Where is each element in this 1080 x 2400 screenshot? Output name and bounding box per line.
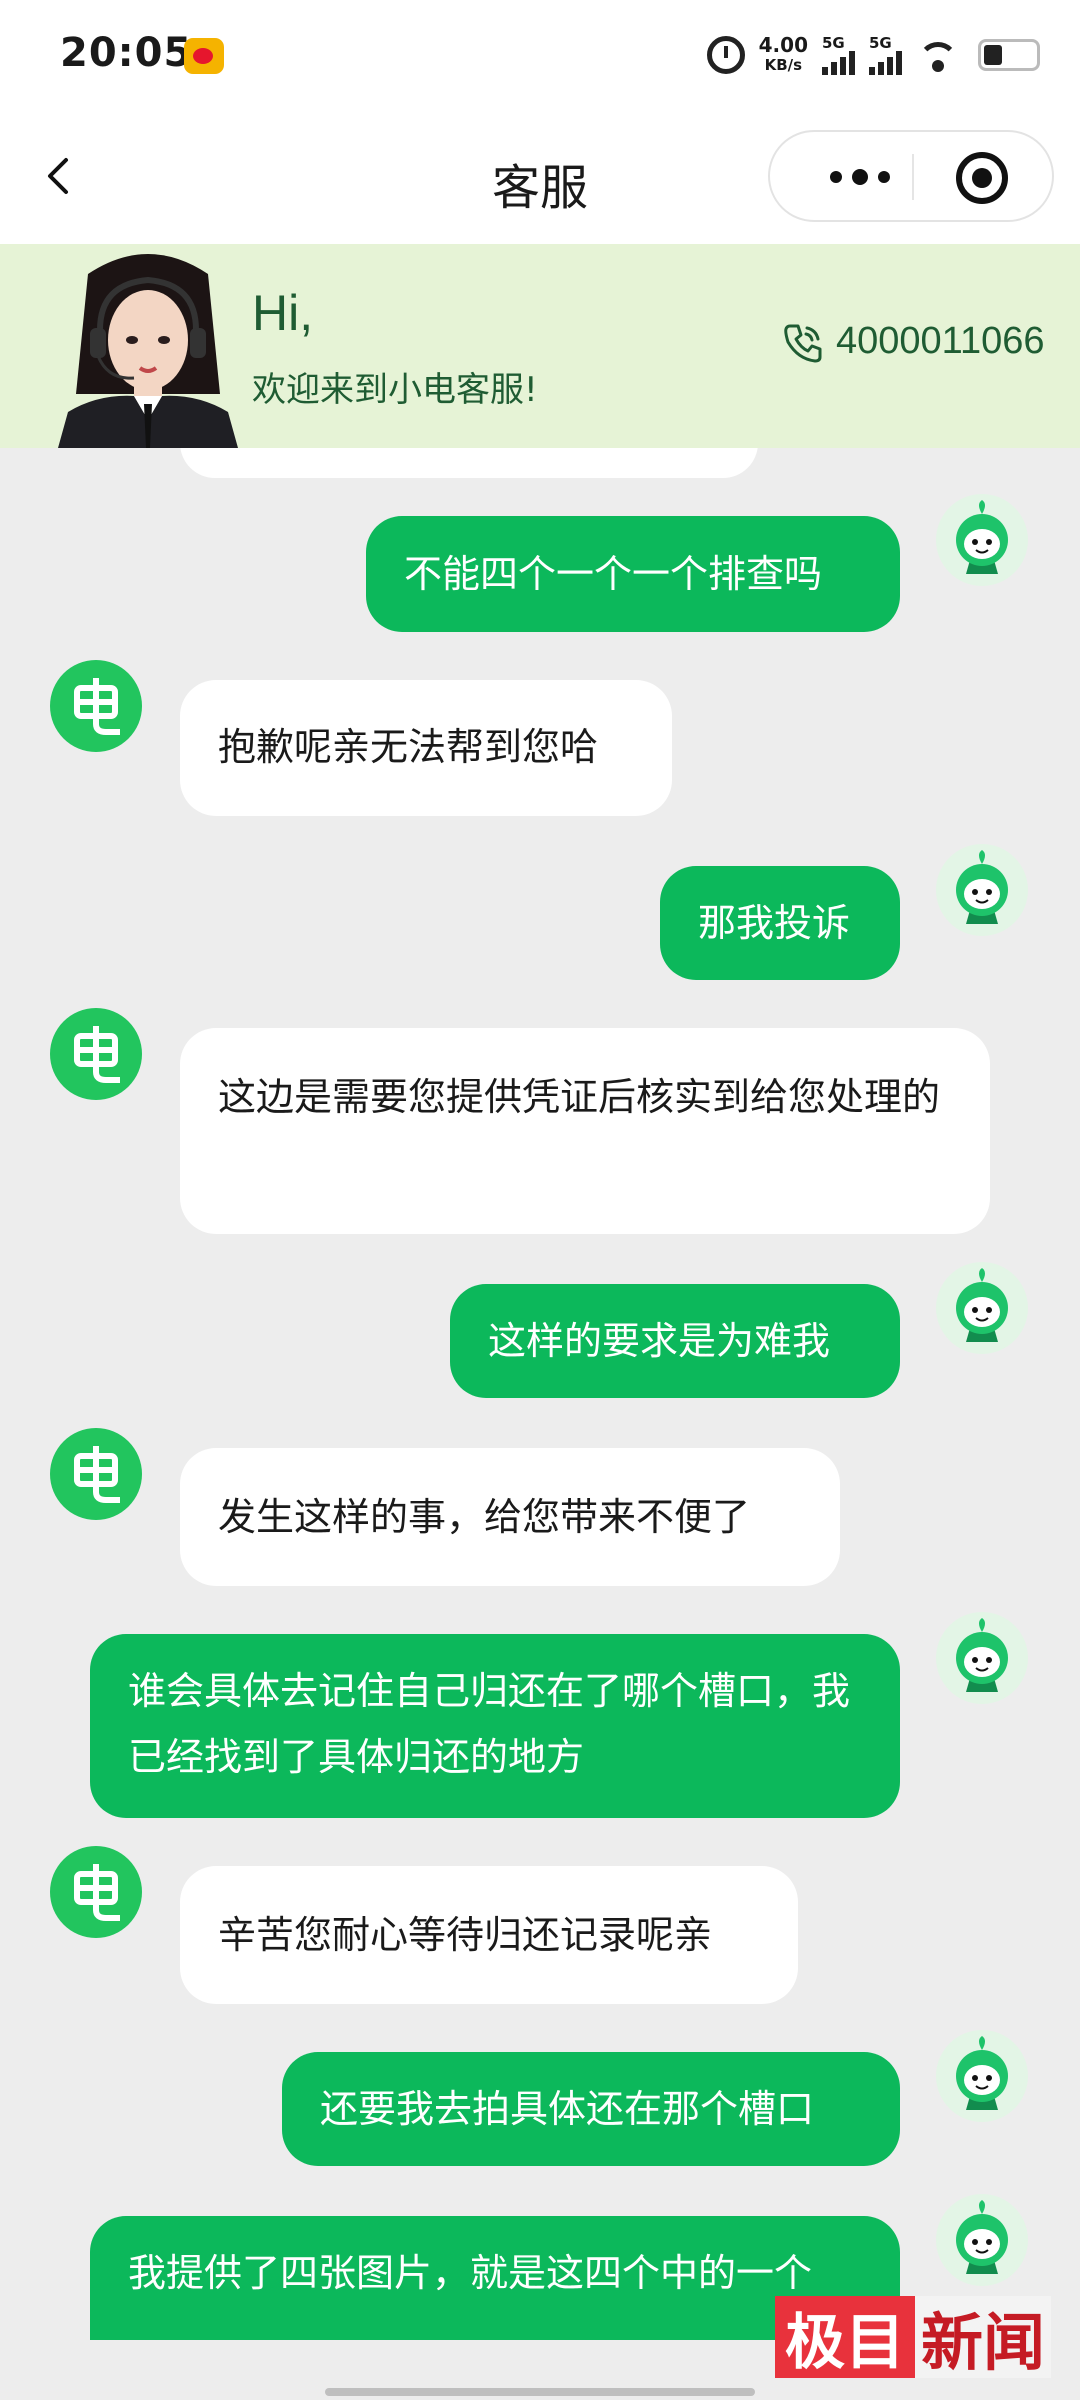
battery-icon xyxy=(978,39,1040,71)
phone-icon[interactable] xyxy=(780,320,826,366)
news-watermark-logo: 极目 新闻 xyxy=(775,2296,1052,2379)
message-bubble-agent: 辛苦您耐心等待归还记录呢亲 xyxy=(180,1866,798,2004)
message-bubble-agent: 抱歉呢亲无法帮到您哈 xyxy=(180,680,672,816)
network-speed-value: 4.00 xyxy=(758,33,808,57)
message-text: 我提供了四张图片，就是这四个中的一个 xyxy=(128,2251,813,2295)
previous-message-bubble xyxy=(180,448,758,478)
service-phone-number[interactable]: 4000011066 xyxy=(836,320,1045,363)
banner-greeting: Hi, xyxy=(252,285,314,341)
status-time: 20:05 xyxy=(60,30,193,76)
customer-service-agent-avatar xyxy=(48,244,248,448)
green-mascot-icon xyxy=(936,2030,1028,2122)
dian-logo-icon xyxy=(50,1008,142,1100)
message-bubble-user: 不能四个一个一个排查吗 xyxy=(366,516,900,632)
network-speed: 4.00 KB/s xyxy=(759,35,808,75)
message-text: 不能四个一个一个排查吗 xyxy=(404,552,823,596)
message-text: 这样的要求是为难我 xyxy=(488,1319,831,1363)
green-mascot-icon xyxy=(936,844,1028,936)
message-text: 辛苦您耐心等待归还记录呢亲 xyxy=(218,1913,713,1957)
home-indicator[interactable] xyxy=(325,2388,755,2396)
banner-welcome-text: 欢迎来到小电客服! xyxy=(252,370,538,410)
sim1-network-label: 5G xyxy=(822,33,845,52)
message-bubble-agent: 发生这样的事，给您带来不便了 xyxy=(180,1448,840,1586)
dian-logo-icon xyxy=(50,1428,142,1520)
message-bubble-user: 这样的要求是为难我 xyxy=(450,1284,900,1398)
dian-logo-icon xyxy=(50,660,142,752)
message-bubble-user: 那我投诉 xyxy=(660,866,900,980)
weibo-notification-icon xyxy=(184,38,224,74)
watermark-left-text: 极目 xyxy=(775,2296,915,2378)
message-bubble-user: 谁会具体去记住自己归还在了哪个槽口，我已经找到了具体归还的地方 xyxy=(90,1634,900,1818)
message-text: 抱歉呢亲无法帮到您哈 xyxy=(218,725,599,769)
message-text: 那我投诉 xyxy=(698,901,851,945)
more-options-icon[interactable] xyxy=(810,162,910,192)
message-text: 这边是需要您提供凭证后核实到给您处理的 xyxy=(218,1075,941,1119)
battery-level-fill xyxy=(984,45,1002,65)
signal-sim2-icon: 5G xyxy=(869,33,902,75)
green-mascot-icon xyxy=(936,1612,1028,1704)
green-mascot-icon xyxy=(936,494,1028,586)
close-miniprogram-icon[interactable] xyxy=(956,152,1008,204)
green-mascot-icon xyxy=(936,2194,1028,2286)
wifi-icon xyxy=(916,38,960,72)
chat-history[interactable]: 不能四个一个一个排查吗 抱歉呢亲无法帮到您哈 那我投诉 这边是需要您提供凭证后核… xyxy=(0,448,1080,2340)
capsule-divider xyxy=(912,154,914,200)
alarm-icon xyxy=(706,36,745,74)
dian-logo-icon xyxy=(50,1846,142,1938)
message-bubble-agent: 这边是需要您提供凭证后核实到给您处理的 xyxy=(180,1028,990,1234)
signal-sim1-icon: 5G xyxy=(822,33,855,75)
message-bubble-user: 还要我去拍具体还在那个槽口 xyxy=(282,2052,900,2166)
message-text: 谁会具体去记住自己归还在了哪个槽口，我已经找到了具体归还的地方 xyxy=(128,1669,851,1779)
status-bar: 20:05 4.00 KB/s 5G 5G xyxy=(0,0,1080,110)
network-speed-unit: KB/s xyxy=(764,56,803,74)
watermark-right-text: 新闻 xyxy=(915,2296,1052,2379)
message-text: 发生这样的事，给您带来不便了 xyxy=(218,1495,751,1539)
welcome-banner: Hi, 欢迎来到小电客服! 4000011066 xyxy=(0,244,1080,448)
green-mascot-icon xyxy=(936,1262,1028,1354)
nav-bar: 客服 xyxy=(0,110,1080,244)
message-text: 还要我去拍具体还在那个槽口 xyxy=(320,2087,815,2131)
sim2-network-label: 5G xyxy=(869,33,892,52)
status-icons: 4.00 KB/s 5G 5G xyxy=(706,30,1040,80)
miniprogram-capsule xyxy=(768,130,1054,222)
